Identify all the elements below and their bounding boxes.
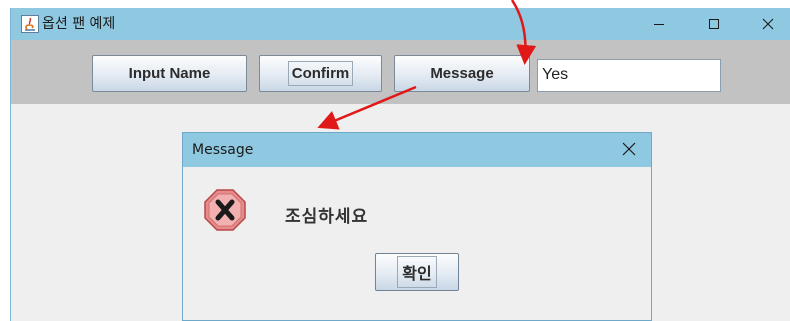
message-label: Message [430, 65, 494, 82]
ok-label: 확인 [397, 256, 437, 288]
close-button[interactable] [745, 8, 790, 40]
minimize-icon [654, 24, 664, 25]
message-button[interactable]: Message [394, 55, 530, 92]
dialog-title: Message [192, 142, 254, 158]
button-panel: Input Name Confirm Message Yes [11, 40, 790, 104]
confirm-button[interactable]: Confirm [259, 55, 382, 92]
input-name-button[interactable]: Input Name [92, 55, 247, 92]
maximize-icon [709, 19, 719, 29]
error-icon [203, 188, 247, 232]
result-text-field[interactable]: Yes [537, 59, 721, 92]
input-name-label: Input Name [128, 65, 211, 82]
message-dialog: Message 조심하세요 확인 [182, 132, 652, 321]
title-bar[interactable]: 옵션 팬 예제 [11, 8, 790, 40]
ok-button[interactable]: 확인 [375, 253, 459, 291]
close-icon [622, 142, 636, 156]
close-icon [762, 18, 774, 30]
minimize-button[interactable] [636, 8, 682, 40]
dialog-title-bar[interactable]: Message [183, 133, 651, 167]
dialog-message: 조심하세요 [285, 207, 369, 227]
window-title: 옵션 팬 예제 [42, 16, 116, 32]
maximize-button[interactable] [691, 8, 737, 40]
java-app-icon [21, 15, 39, 33]
dialog-close-button[interactable] [609, 133, 649, 165]
confirm-label: Confirm [287, 61, 354, 86]
